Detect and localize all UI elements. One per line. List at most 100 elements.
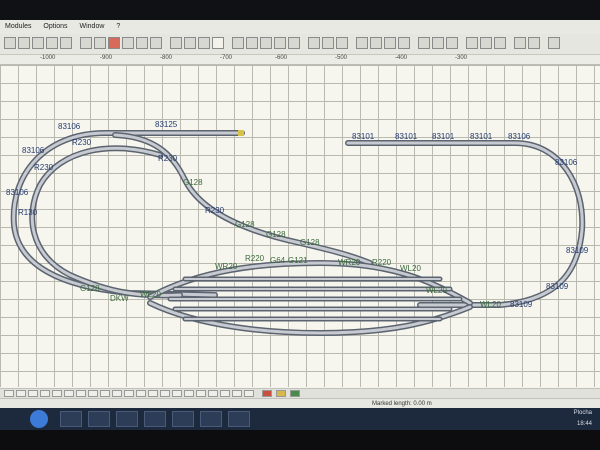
track-label: 83109 (546, 282, 569, 291)
track-label: WR20 (338, 258, 361, 267)
print-icon[interactable] (150, 37, 162, 49)
layer-color-icon[interactable] (262, 390, 272, 397)
track-label: 83125 (155, 120, 178, 129)
layer-tab[interactable] (220, 390, 230, 397)
ruler-mark: -300 (455, 55, 468, 61)
layer-tab[interactable] (148, 390, 158, 397)
layer-tab[interactable] (40, 390, 50, 397)
ruler-mark: -600 (275, 55, 288, 61)
layer-tab[interactable] (88, 390, 98, 397)
horizontal-ruler: -1000 -900 -800 -700 -600 -500 -400 -300 (0, 55, 600, 65)
menu-help[interactable]: ? (111, 23, 125, 30)
align-icon[interactable] (246, 37, 258, 49)
track-label: WL20 (400, 264, 421, 273)
zoom-fit-icon[interactable] (60, 37, 72, 49)
undo-icon[interactable] (80, 37, 92, 49)
new-file-icon[interactable] (4, 37, 16, 49)
text-icon[interactable] (418, 37, 430, 49)
help-icon[interactable] (548, 37, 560, 49)
layer-tab[interactable] (244, 390, 254, 397)
layer-tab[interactable] (76, 390, 86, 397)
track-label: 83101 (470, 132, 493, 141)
draw-track-icon[interactable] (212, 37, 224, 49)
switch-icon[interactable] (356, 37, 368, 49)
track-label: WR20 (215, 262, 238, 271)
clock[interactable]: 18:44 (574, 419, 592, 430)
height-icon[interactable] (336, 37, 348, 49)
layer-tab[interactable] (28, 390, 38, 397)
zoom-out-icon[interactable] (46, 37, 58, 49)
settings-icon[interactable] (480, 37, 492, 49)
explorer-icon[interactable] (60, 411, 82, 427)
print-preview-icon[interactable] (514, 37, 526, 49)
layer-tab[interactable] (112, 390, 122, 397)
menu-modules[interactable]: Modules (0, 23, 36, 30)
layer-tab[interactable] (124, 390, 134, 397)
layer-tab[interactable] (136, 390, 146, 397)
layer-tab[interactable] (160, 390, 170, 397)
paste-icon[interactable] (136, 37, 148, 49)
layer-icon[interactable] (288, 37, 300, 49)
layer-tab[interactable] (232, 390, 242, 397)
layer-tab[interactable] (52, 390, 62, 397)
view-3d-icon[interactable] (466, 37, 478, 49)
mirror-icon[interactable] (198, 37, 210, 49)
track-label: R130 (18, 208, 38, 217)
building-icon[interactable] (432, 37, 444, 49)
redo-icon[interactable] (94, 37, 106, 49)
track-label: R220 (245, 254, 265, 263)
track-label: R230 (158, 154, 178, 163)
measure-icon[interactable] (260, 37, 272, 49)
track-label: R220 (372, 258, 392, 267)
layer-lock-icon[interactable] (276, 390, 286, 397)
cross-icon[interactable] (370, 37, 382, 49)
windows-taskbar: Plocha 18:44 (0, 408, 600, 430)
rotate-icon[interactable] (184, 37, 196, 49)
layer-tab[interactable] (196, 390, 206, 397)
track-label: WL20 (480, 300, 501, 309)
browser-icon[interactable] (88, 411, 110, 427)
ruler-mark: -800 (160, 55, 173, 61)
start-button-icon[interactable] (30, 410, 48, 428)
layer-tab[interactable] (4, 390, 14, 397)
cut-icon[interactable] (170, 37, 182, 49)
zoom-in-icon[interactable] (32, 37, 44, 49)
flex-track-icon[interactable] (322, 37, 334, 49)
media-icon[interactable] (116, 411, 138, 427)
delete-icon[interactable] (108, 37, 120, 49)
copy-icon[interactable] (122, 37, 134, 49)
label-icon[interactable] (274, 37, 286, 49)
export-icon[interactable] (528, 37, 540, 49)
messenger-icon[interactable] (200, 411, 222, 427)
tree-icon[interactable] (446, 37, 458, 49)
ruler-mark: -900 (100, 55, 113, 61)
menu-bar: Modules Options Window ? (0, 20, 600, 35)
track-label: 83106 (58, 122, 81, 131)
layer-tab[interactable] (100, 390, 110, 397)
monitor: Modules Options Window ? -1000 -900 -800… (0, 0, 600, 450)
layer-tab[interactable] (172, 390, 182, 397)
layer-tab[interactable] (208, 390, 218, 397)
layer-tab[interactable] (184, 390, 194, 397)
grid-icon[interactable] (232, 37, 244, 49)
connect-icon[interactable] (308, 37, 320, 49)
track-layout-canvas[interactable]: 83125 83106 83106 R230 R230 R230 R230 83… (0, 65, 600, 387)
menu-window[interactable]: Window (75, 23, 110, 30)
parts-list-icon[interactable] (494, 37, 506, 49)
track-plan[interactable]: 83125 83106 83106 R230 R230 R230 R230 83… (0, 65, 600, 387)
layer-tab[interactable] (16, 390, 26, 397)
menu-options[interactable]: Options (38, 23, 72, 30)
layer-tab[interactable] (64, 390, 74, 397)
bridge-icon[interactable] (398, 37, 410, 49)
track-label: G128 (80, 284, 100, 293)
track-end-marker (238, 130, 244, 136)
signal-icon[interactable] (384, 37, 396, 49)
desktop-label[interactable]: Plocha (574, 408, 592, 419)
paint-icon[interactable] (172, 411, 194, 427)
track-planner-app-icon[interactable] (228, 411, 250, 427)
open-file-icon[interactable] (18, 37, 30, 49)
application-window: Modules Options Window ? -1000 -900 -800… (0, 20, 600, 428)
folder-icon[interactable] (144, 411, 166, 427)
layer-visible-icon[interactable] (290, 390, 300, 397)
track-label: 83109 (510, 300, 533, 309)
